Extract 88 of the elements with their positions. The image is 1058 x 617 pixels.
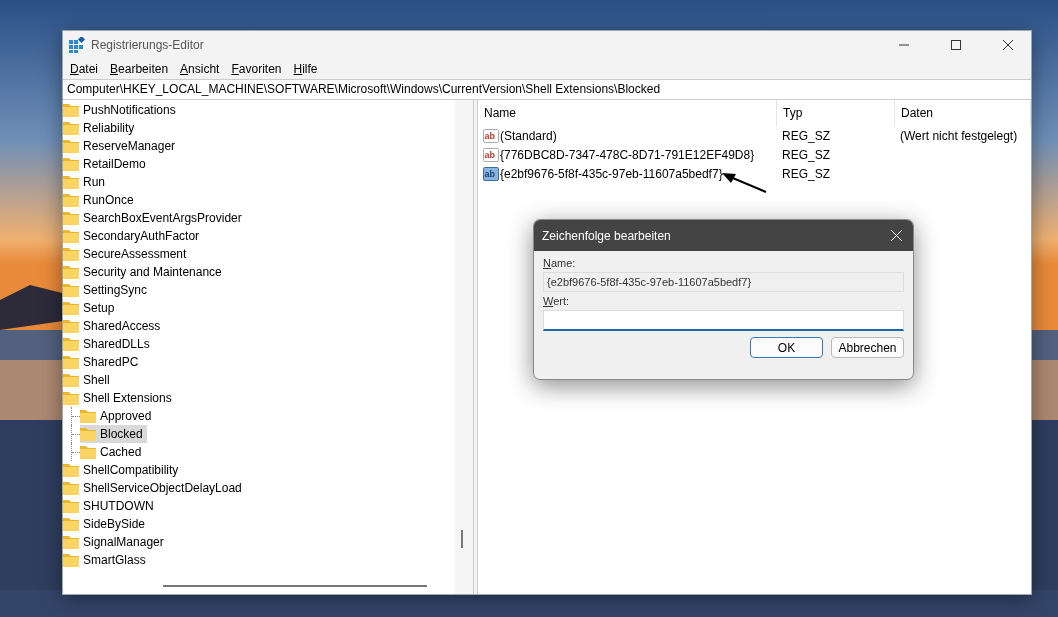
dialog-button[interactable]: OK	[750, 337, 823, 358]
string-value-icon: ab	[483, 146, 499, 163]
tree-item[interactable]: SecondaryAuthFactor	[63, 227, 204, 245]
value-type: REG_SZ	[781, 147, 831, 162]
folder-icon	[80, 427, 96, 441]
maximize-icon[interactable]	[951, 40, 961, 50]
value-type: REG_SZ	[781, 166, 831, 181]
dialog-button[interactable]: Abbrechen	[831, 337, 904, 358]
folder-icon	[63, 481, 79, 495]
close-icon[interactable]	[1003, 40, 1013, 50]
address-bar[interactable]: Computer\HKEY_LOCAL_MACHINE\SOFTWARE\Microsoft\Windows\CurrentVersion\Shell Extensions\Blocked	[63, 79, 1031, 100]
value-data: (Wert nicht festgelegt)	[900, 128, 1018, 143]
value-row[interactable]: ab {776DBC8D-7347-478C-8D71-791E12EF49D8} REG_SZ	[478, 145, 1031, 164]
folder-icon	[63, 355, 79, 369]
string-value-icon: ab	[483, 127, 499, 144]
tree-item[interactable]: Approved	[80, 407, 156, 425]
tree-item[interactable]: Cached	[80, 443, 146, 461]
folder-icon	[63, 499, 79, 513]
tree-item[interactable]: SHUTDOWN	[63, 497, 158, 515]
folder-icon	[80, 445, 96, 459]
tree-item[interactable]: ShellServiceObjectDelayLoad	[63, 479, 246, 497]
app-icon	[69, 37, 85, 53]
folder-icon	[63, 373, 79, 387]
tree-item[interactable]: SignalManager	[63, 533, 168, 551]
tree-item[interactable]: SearchBoxEventArgsProvider	[63, 209, 246, 227]
folder-icon	[63, 391, 79, 405]
column-header[interactable]: Typ	[777, 100, 895, 126]
tree-item[interactable]: SharedPC	[63, 353, 143, 371]
folder-icon	[63, 247, 79, 261]
menu-item[interactable]: Hilfe	[288, 62, 323, 76]
window-title: Registrierungs-Editor	[91, 38, 205, 52]
name-field[interactable]: {e2bf9676-5f8f-435c-97eb-11607a5bedf7}	[543, 272, 904, 292]
menu-item[interactable]: Bearbeiten	[105, 62, 174, 76]
tree-item[interactable]: SharedDLLs	[63, 335, 154, 353]
tree-item[interactable]: Shell Extensions	[63, 389, 176, 407]
value-type: REG_SZ	[781, 128, 831, 143]
folder-icon	[63, 337, 79, 351]
tree-item[interactable]: Shell	[63, 371, 114, 389]
tree-item[interactable]: ShellCompatibility	[63, 461, 183, 479]
scrollbar-thumb[interactable]	[163, 585, 427, 587]
folder-icon	[63, 157, 79, 171]
column-header[interactable]: Name	[478, 100, 777, 126]
scrollbar-thumb[interactable]	[461, 530, 463, 548]
value-field[interactable]	[543, 310, 904, 331]
folder-icon	[63, 319, 79, 333]
column-header[interactable]: Daten	[895, 100, 1031, 126]
folder-icon	[63, 535, 79, 549]
tree-item[interactable]: RunOnce	[63, 191, 138, 209]
tree-item[interactable]: Setup	[63, 299, 119, 317]
folder-icon	[63, 265, 79, 279]
folder-icon	[63, 121, 79, 135]
tree-item[interactable]: ReserveManager	[63, 137, 180, 155]
folder-icon	[63, 517, 79, 531]
tree-item[interactable]: Security and Maintenance	[63, 263, 226, 281]
menu-item[interactable]: Favoriten	[226, 62, 287, 76]
value-name: {e2bf9676-5f8f-435c-97eb-11607a5bedf7}	[500, 166, 723, 181]
folder-icon	[63, 103, 79, 117]
tree-item[interactable]: SideBySide	[63, 515, 150, 533]
value-name: {776DBC8D-7347-478C-8D71-791E12EF49D8}	[500, 147, 755, 162]
folder-icon	[63, 211, 79, 225]
string-value-icon: ab	[483, 165, 499, 182]
arrow	[722, 172, 768, 194]
value-name: (Standard)	[500, 128, 557, 143]
field-label: Name:	[543, 257, 577, 269]
folder-icon	[63, 193, 79, 207]
folder-icon	[63, 139, 79, 153]
folder-icon	[63, 283, 79, 297]
folder-icon	[63, 301, 79, 315]
folder-icon	[63, 175, 79, 189]
tree-item[interactable]: PushNotifications	[63, 101, 180, 119]
tree-item[interactable]: SharedAccess	[63, 317, 165, 335]
folder-icon	[63, 229, 79, 243]
folder-icon	[63, 553, 79, 567]
dialog-title: Zeichenfolge bearbeiten	[542, 228, 672, 243]
folder-icon	[80, 409, 96, 423]
field-label: Wert:	[543, 295, 571, 307]
menu-item[interactable]: Datei	[65, 62, 104, 76]
value-row[interactable]: ab (Standard) REG_SZ (Wert nicht festgelegt)	[478, 126, 1031, 145]
tree-item[interactable]: Run	[63, 173, 109, 191]
value-row[interactable]: ab {e2bf9676-5f8f-435c-97eb-11607a5bedf7} REG_SZ	[478, 164, 1031, 183]
tree-item[interactable]: SecureAssessment	[63, 245, 191, 263]
folder-icon	[63, 463, 79, 477]
tree-item[interactable]: RetailDemo	[63, 155, 150, 173]
tree-item[interactable]: SmartGlass	[63, 551, 150, 569]
tree-item[interactable]: SettingSync	[63, 281, 152, 299]
tree-item[interactable]: Reliability	[63, 119, 139, 137]
menu-item[interactable]: Ansicht	[175, 62, 225, 76]
tree-item[interactable]: Blocked	[80, 425, 147, 443]
